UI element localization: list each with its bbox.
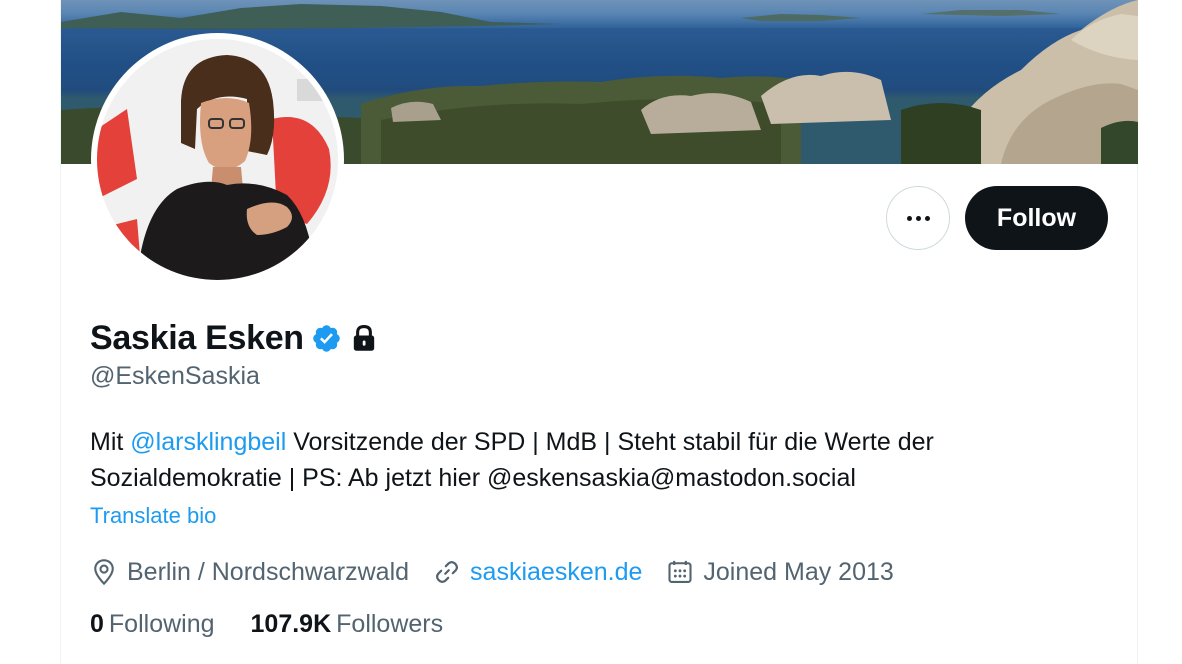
bio-mention-link[interactable]: @larsklingbeil: [130, 428, 286, 456]
website-link[interactable]: saskiaesken.de: [470, 558, 642, 587]
follow-button[interactable]: Follow: [965, 186, 1108, 250]
calendar-icon: [668, 560, 692, 583]
joined-text: Joined May 2013: [703, 557, 894, 586]
more-dots-icon: [906, 215, 930, 221]
followers-label: Followers: [336, 610, 444, 638]
location-item: Berlin / Nordschwarzwald: [90, 558, 409, 587]
profile-handle: @EskenSaskia: [90, 362, 260, 390]
translate-bio-link[interactable]: Translate bio: [90, 503, 216, 529]
profile-avatar[interactable]: [91, 33, 344, 286]
profile-meta: Berlin / Nordschwarzwald saskiaesken.de …: [90, 554, 918, 590]
profile-bio: Mit @larsklingbeil Vorsitzende der SPD |…: [90, 424, 1100, 496]
location-text: Berlin / Nordschwarzwald: [127, 557, 410, 586]
verified-badge-icon[interactable]: [311, 323, 342, 354]
website-item: saskiaesken.de: [433, 558, 642, 587]
name-row: Saskia Esken: [90, 316, 377, 360]
bio-prefix: Mit: [90, 428, 131, 456]
display-name: Saskia Esken: [90, 318, 304, 357]
lock-icon: [353, 325, 374, 351]
following-count: 0: [90, 610, 104, 638]
following-link[interactable]: 0 Following: [90, 610, 215, 639]
link-icon: [436, 560, 459, 584]
profile-column: Follow Saskia Esken @EskenSaskia Mit @la…: [60, 0, 1138, 664]
joined-item: Joined May 2013: [666, 557, 894, 587]
profile-stats: 0 Following 107.9K Followers: [90, 610, 479, 639]
more-options-button[interactable]: [886, 186, 950, 250]
following-label: Following: [108, 610, 215, 638]
location-pin-icon: [94, 559, 114, 586]
followers-count: 107.9K: [250, 610, 332, 638]
followers-link[interactable]: 107.9K Followers: [251, 610, 444, 639]
